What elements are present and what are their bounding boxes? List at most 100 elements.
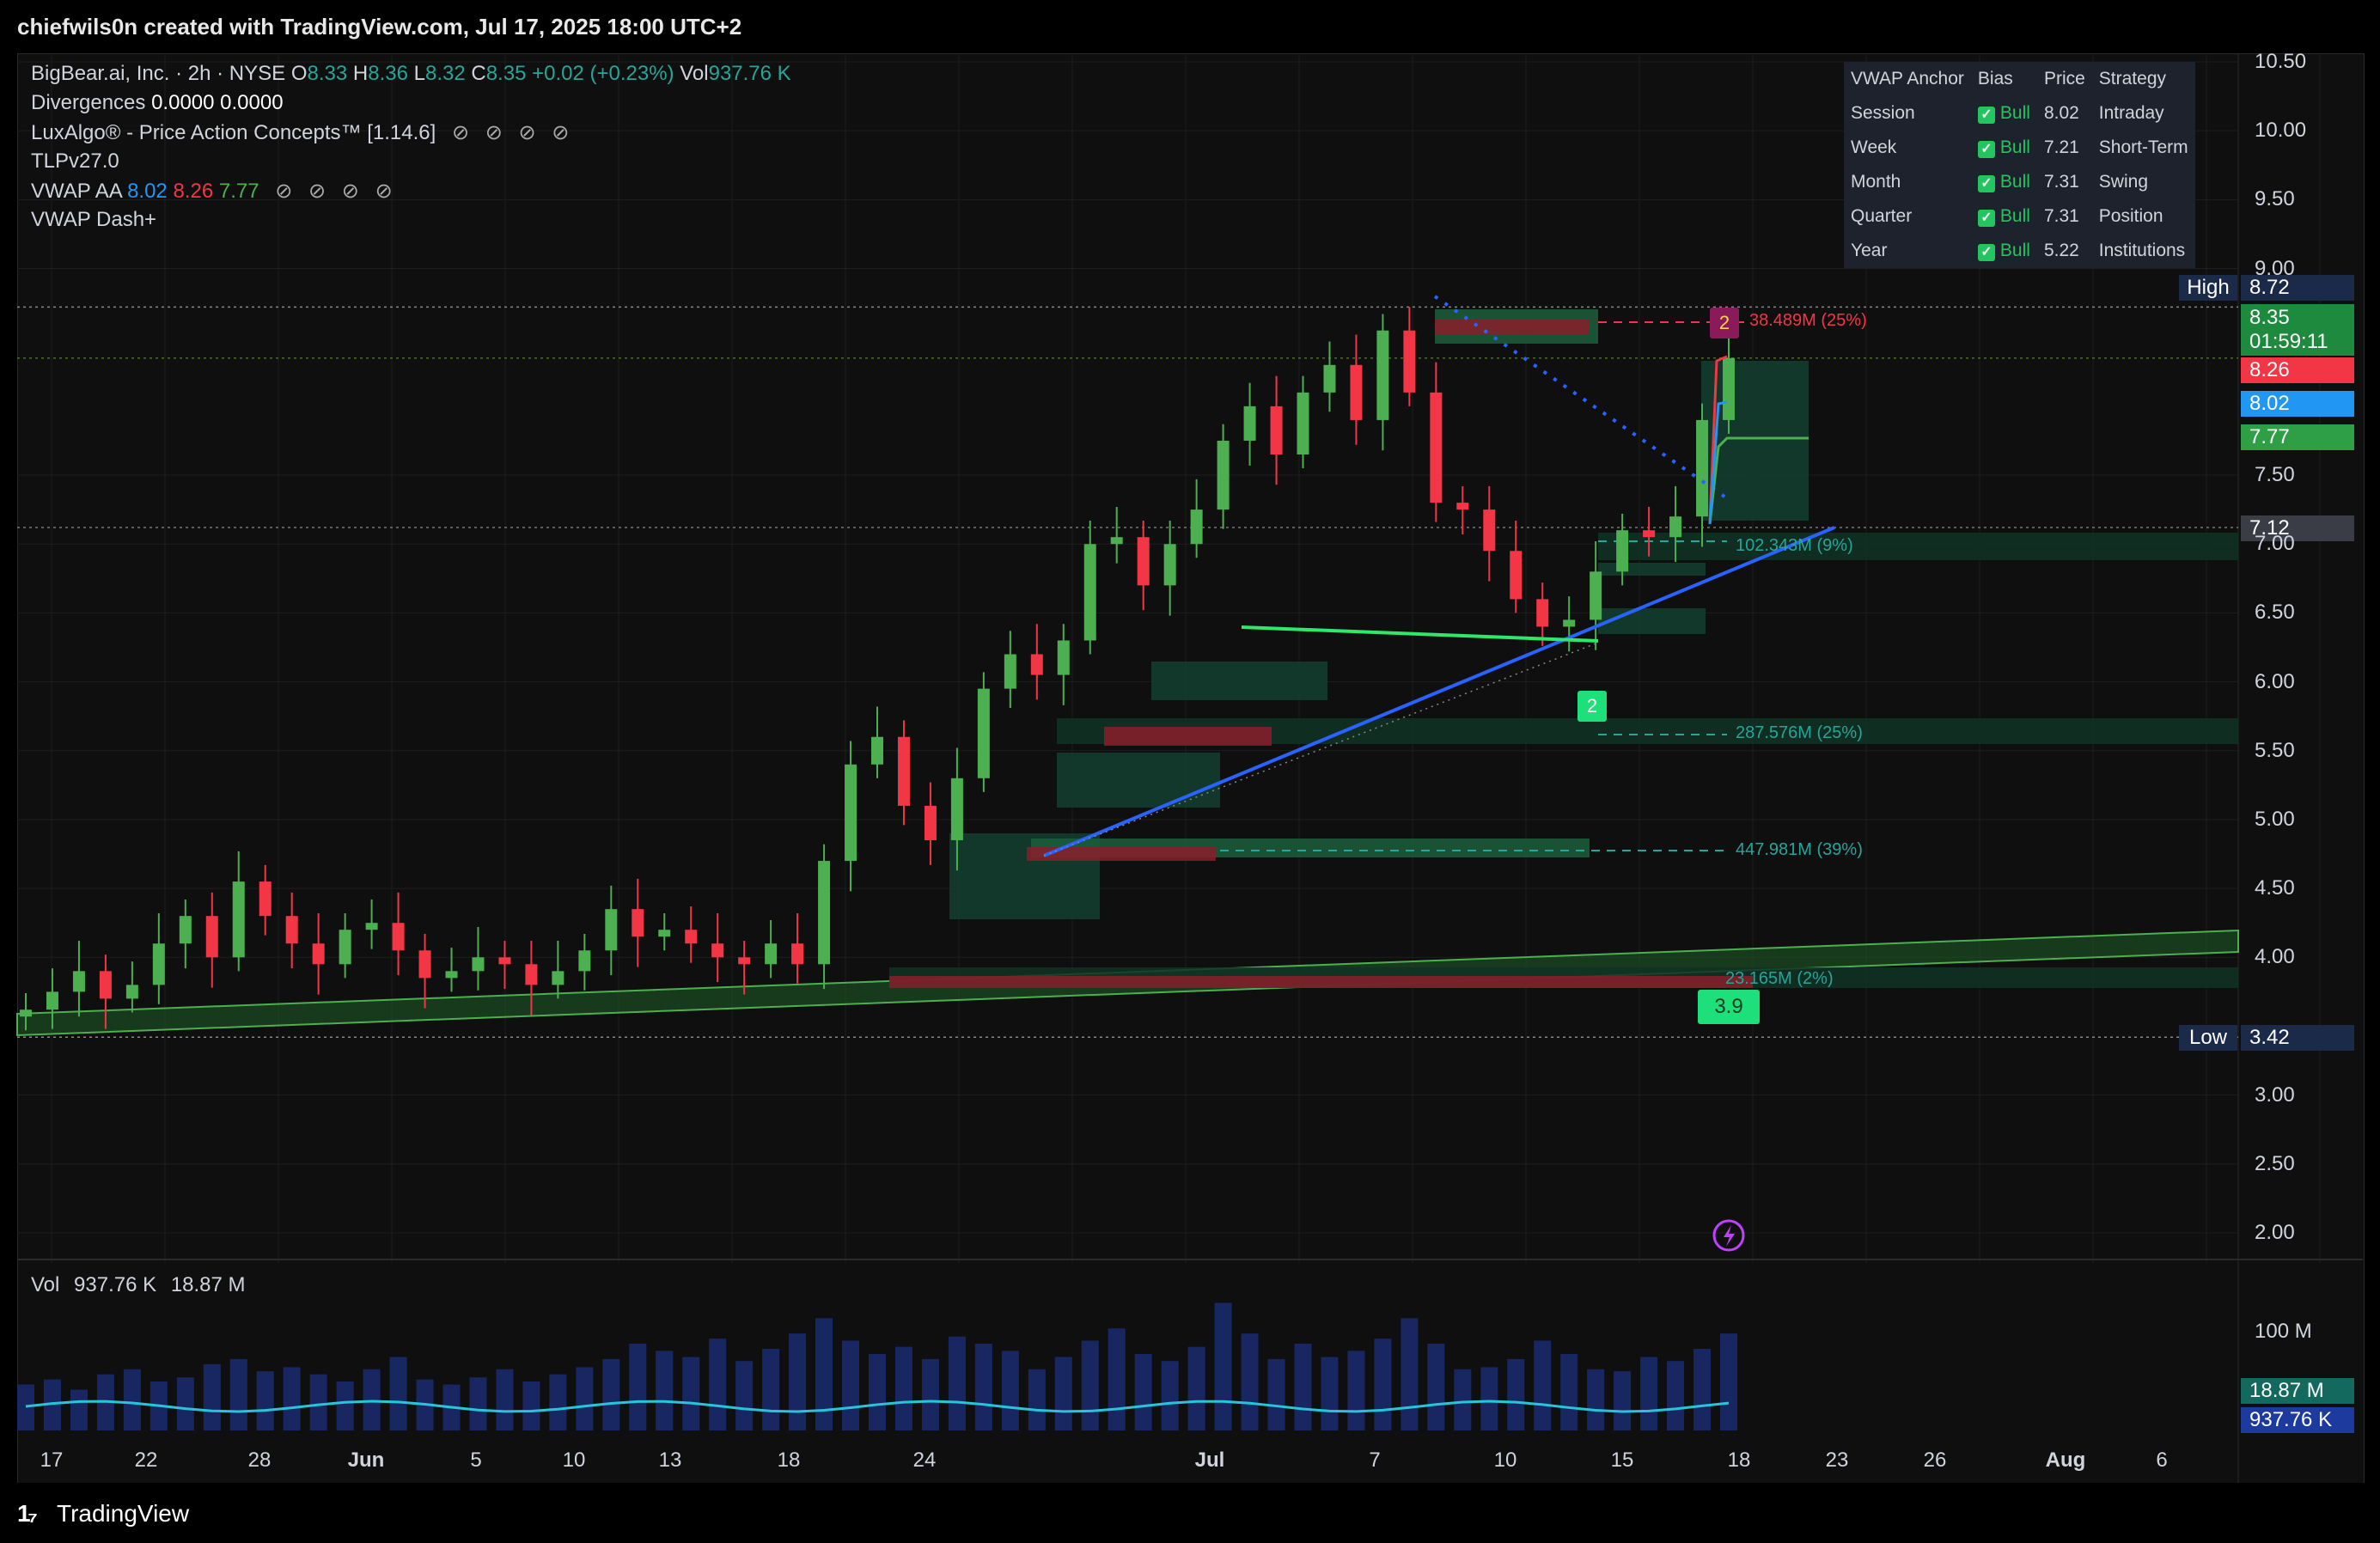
candle-body xyxy=(897,736,910,806)
tlp-label: TLPv27.0 xyxy=(31,149,119,173)
time-tick-label: Aug xyxy=(2045,1448,2086,1472)
table-row: Week ✓ Bull 7.21 Short-Term xyxy=(1844,131,2195,165)
visibility-icons[interactable]: ⊘ ⊘ ⊘ ⊘ xyxy=(452,121,574,144)
vwap-label: VWAP AA xyxy=(31,180,122,203)
divergence-marker[interactable]: 2 xyxy=(1578,691,1607,722)
volume-bar xyxy=(1347,1351,1365,1430)
time-tick-label: Jul xyxy=(1194,1448,1225,1472)
candle-body xyxy=(232,881,245,958)
volume-bar xyxy=(1480,1367,1498,1430)
volume-bar xyxy=(1374,1339,1392,1430)
candle-body xyxy=(72,971,85,992)
time-tick-label: 23 xyxy=(1825,1448,1849,1472)
strategy-cell: Institutions xyxy=(2098,241,2186,260)
vwap-value-2: 8.26 xyxy=(173,180,214,203)
volume-bar xyxy=(682,1357,700,1430)
candle-body xyxy=(711,943,724,958)
price-tick-label: 9.50 xyxy=(2255,187,2295,211)
candle-body xyxy=(765,943,778,965)
low-price-label: 3.42 xyxy=(2241,1025,2354,1051)
order-block-zone xyxy=(1057,753,1220,808)
vwap-red-label: 8.26 xyxy=(2241,357,2354,383)
change-value: +0.02 (+0.23%) xyxy=(532,62,674,85)
volume-bar xyxy=(549,1374,567,1430)
candle-body xyxy=(20,1009,32,1017)
visibility-icons[interactable]: ⊘ ⊘ ⊘ ⊘ xyxy=(275,180,397,203)
volume-bar xyxy=(1454,1369,1472,1430)
time-tick-label: 26 xyxy=(1923,1448,1947,1472)
tlp-legend[interactable]: TLPv27.0 xyxy=(31,149,119,174)
table-row: Session ✓ Bull 8.02 Intraday xyxy=(1844,96,2195,131)
candle-body xyxy=(99,971,112,999)
tradingview-logo[interactable]: 1₇ TradingView xyxy=(17,1500,189,1528)
volume-bar xyxy=(17,1384,34,1430)
candle-body xyxy=(1456,503,1469,510)
volume-bar xyxy=(123,1369,141,1430)
col-price: Price xyxy=(2043,69,2085,88)
vwap-dash-legend[interactable]: VWAP Dash+ xyxy=(31,208,156,232)
candle-body xyxy=(1483,509,1496,552)
volume-bar xyxy=(1507,1358,1525,1430)
vol-value: 937.76 K xyxy=(708,62,791,85)
price-tick-label: 5.50 xyxy=(2255,738,2295,762)
price-tick-label: 5.00 xyxy=(2255,807,2295,831)
symbol-name[interactable]: BigBear.ai, Inc. · 2h · NYSE xyxy=(31,62,285,85)
price-tick-label: 6.00 xyxy=(2255,669,2295,693)
price-tick-label: 7.50 xyxy=(2255,463,2295,487)
bias-cell: Bull xyxy=(1999,137,2030,157)
candle-body xyxy=(1669,516,1682,538)
volume-bar xyxy=(974,1344,992,1430)
volume-bar xyxy=(1241,1333,1259,1430)
price-tick-label: 10.50 xyxy=(2255,50,2307,73)
lightning-icon xyxy=(1724,1225,1735,1247)
candle-body xyxy=(818,861,831,965)
bias-cell: Bull xyxy=(1999,241,2030,260)
order-block-zone xyxy=(1027,847,1216,861)
volume-bar xyxy=(1001,1351,1019,1430)
strategy-cell: Intraday xyxy=(2098,103,2164,123)
order-block-zone xyxy=(1435,320,1590,335)
candle-body xyxy=(339,930,351,965)
volume-bar xyxy=(1294,1344,1312,1430)
time-tick-label: 18 xyxy=(1727,1448,1751,1472)
volume-bar xyxy=(1401,1318,1419,1430)
volume-bar xyxy=(1667,1361,1685,1430)
volume-bar xyxy=(1134,1353,1152,1430)
luxalgo-legend[interactable]: LuxAlgo® - Price Action Concepts™ [1.14.… xyxy=(31,120,574,145)
divergence-marker[interactable]: 2 xyxy=(1710,308,1739,338)
time-tick-label: 10 xyxy=(562,1448,586,1472)
order-block-zone xyxy=(1598,533,2238,560)
candle-body xyxy=(1563,619,1576,627)
divergences-legend[interactable]: Divergences 0.0000 0.0000 xyxy=(31,91,284,115)
price-tick-label: 7.00 xyxy=(2255,532,2295,556)
volume-legend[interactable]: Vol 937.76 K 18.87 M xyxy=(31,1273,246,1297)
footer xyxy=(0,1483,2380,1543)
candle-body xyxy=(1083,544,1096,641)
check-icon: ✓ xyxy=(1977,107,1995,124)
candle-body xyxy=(285,916,298,944)
volume-bar xyxy=(1693,1349,1712,1430)
candle-body xyxy=(1243,406,1256,441)
price-cell: 8.02 xyxy=(2043,103,2079,123)
volume-bar xyxy=(1534,1340,1552,1430)
check-icon: ✓ xyxy=(1977,244,1995,261)
candle-body xyxy=(1590,571,1602,620)
volume-bar xyxy=(1321,1357,1339,1430)
vwap-legend[interactable]: VWAP AA 8.02 8.26 7.77 ⊘ ⊘ ⊘ ⊘ xyxy=(31,179,398,204)
open-value: 8.33 xyxy=(307,62,348,85)
order-block-label: 102.343M (9%) xyxy=(1736,536,1853,555)
vwap-table: VWAP Anchor Bias Price Strategy Session ✓… xyxy=(1844,62,2195,268)
candle-body xyxy=(1030,654,1043,675)
strategy-cell: Short-Term xyxy=(2098,137,2188,157)
low-marker[interactable]: 3.9 xyxy=(1698,990,1760,1024)
volume-bar xyxy=(762,1349,780,1430)
price-cell: 7.31 xyxy=(2043,206,2079,226)
volume-scale-label: 100 M xyxy=(2255,1320,2312,1343)
candle-body xyxy=(445,971,458,979)
volume-bar xyxy=(948,1336,966,1430)
volume-bar xyxy=(283,1367,301,1430)
order-block-zone xyxy=(889,976,1753,988)
volume-bar xyxy=(203,1363,221,1430)
candle-body xyxy=(950,778,963,840)
volume-bar xyxy=(1081,1340,1099,1430)
